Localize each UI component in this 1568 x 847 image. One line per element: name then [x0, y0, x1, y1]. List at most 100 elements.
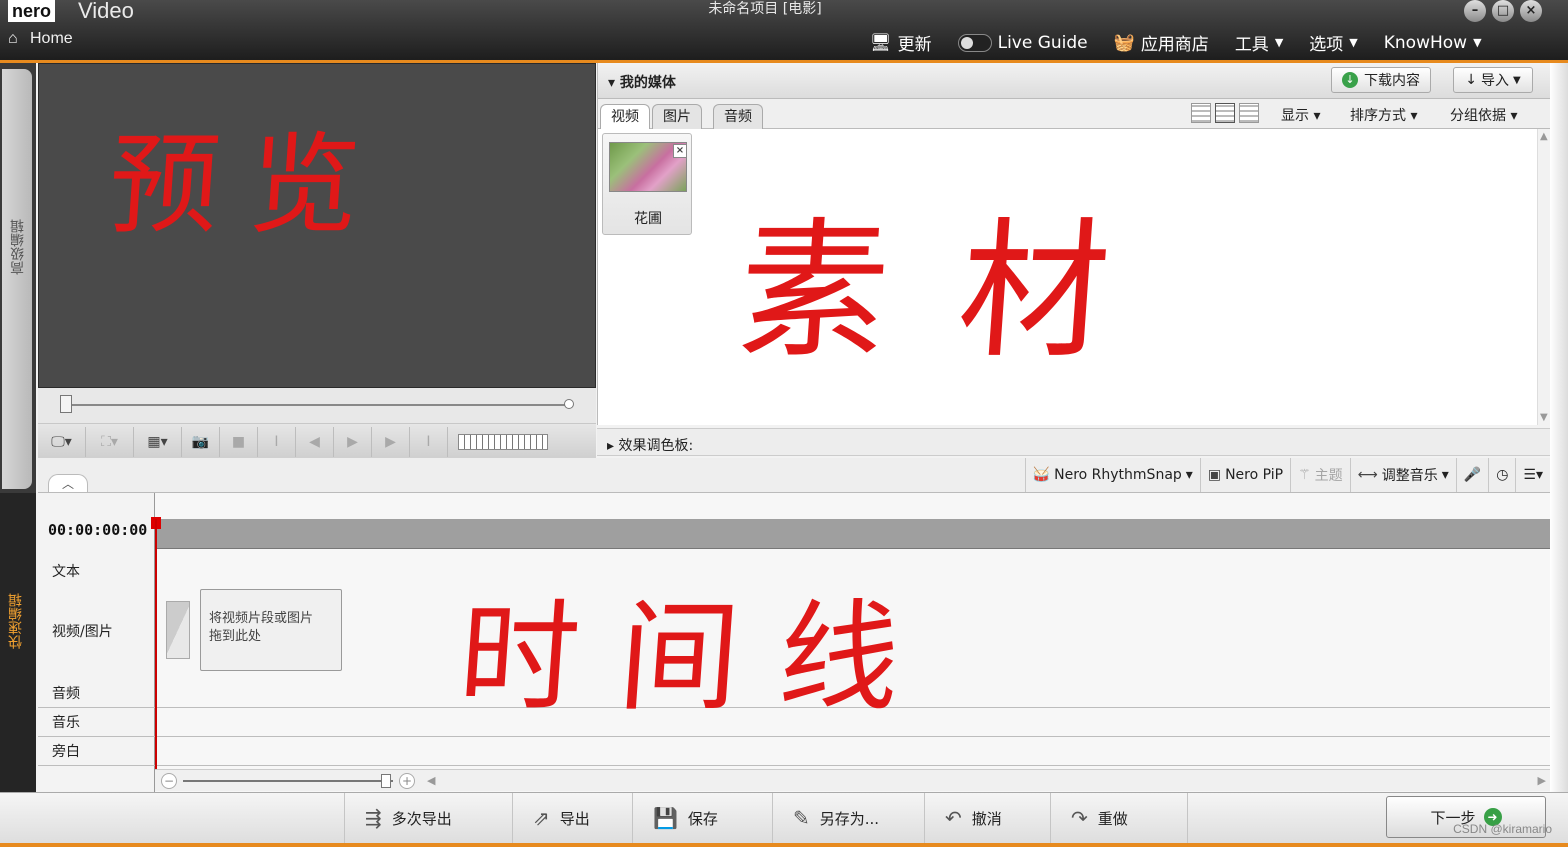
undo-button[interactable]: ↶ 撤消 [924, 793, 1050, 843]
download-icon: ↓ [1342, 72, 1358, 88]
zoom-in-icon[interactable]: + [399, 773, 415, 789]
display-dropdown[interactable]: 显示 ▾ [1281, 105, 1320, 125]
list-view-icon[interactable] [1239, 103, 1259, 123]
close-button[interactable]: × [1520, 0, 1542, 22]
group-dropdown[interactable]: 分组依据 ▾ [1450, 105, 1517, 125]
home-link[interactable]: ⌂ Home [8, 30, 73, 48]
microphone-icon[interactable]: 🎤 [1455, 458, 1488, 492]
prev-frame-icon[interactable]: ◀ [296, 426, 334, 457]
maximize-button[interactable]: □ [1492, 0, 1514, 22]
minimize-button[interactable]: – [1464, 0, 1486, 22]
undo-icon: ↶ [945, 806, 962, 830]
tab-advanced-edit[interactable]: 高级编辑 [2, 69, 32, 489]
sort-dropdown[interactable]: 排序方式 ▾ [1350, 105, 1417, 125]
zoom-slider-track[interactable] [183, 780, 393, 782]
multi-export-button[interactable]: ⇶ 多次导出 [344, 793, 512, 843]
fullscreen-button[interactable]: ⛶▾ [86, 426, 134, 457]
app-store-button[interactable]: 🧺 应用商店 [1113, 30, 1209, 56]
save-as-button[interactable]: ✎ 另存为... [772, 793, 912, 843]
zoom-slider-handle[interactable] [381, 774, 391, 788]
import-button[interactable]: ↓ 导入 ▼ [1453, 67, 1533, 93]
mark-in-icon[interactable]: I [258, 426, 296, 457]
scrub-handle[interactable] [60, 395, 72, 413]
clock-icon[interactable]: ◷ [1488, 458, 1515, 492]
remove-icon[interactable]: × [673, 144, 687, 158]
zoom-out-icon[interactable]: − [161, 773, 177, 789]
jog-control[interactable] [458, 433, 548, 450]
media-item-label: 花圃 [634, 211, 662, 227]
knowhow-label: KnowHow [1383, 32, 1468, 53]
scrub-track[interactable] [66, 404, 571, 406]
redo-label: 重做 [1097, 809, 1128, 828]
snapshot-icon[interactable]: 📷 [182, 426, 220, 457]
knowhow-menu[interactable]: KnowHow ▼ [1384, 33, 1482, 53]
track-menu-icon[interactable]: ☰▾ [1515, 458, 1550, 492]
stop-icon[interactable]: ■ [220, 426, 258, 457]
tab-video[interactable]: 视频 [600, 104, 650, 129]
preview-scrubber[interactable] [38, 388, 596, 424]
tab-images[interactable]: 图片 [652, 104, 702, 129]
arrow-down-icon: ↓ [1465, 72, 1478, 88]
playhead-line[interactable] [155, 519, 157, 769]
rhythmsnap-button[interactable]: 🥁 Nero RhythmSnap ▾ [1024, 458, 1200, 492]
drop-hint-line2: 拖到此处 [209, 629, 262, 644]
play-icon[interactable]: ▶ [334, 426, 372, 457]
video-drop-zone[interactable]: 将视频片段或图片 拖到此处 [200, 589, 342, 671]
options-menu[interactable]: 选项 ▼ [1309, 30, 1357, 55]
next-frame-icon[interactable]: ▶ [372, 426, 410, 457]
track-divider [38, 707, 1550, 708]
track-divider [38, 765, 1550, 766]
chevron-down-icon: ▼ [1473, 36, 1482, 49]
theme-button[interactable]: ⚚ 主题 [1290, 458, 1350, 492]
scroll-left-icon[interactable]: ◀ [427, 774, 435, 787]
tab-quick-edit-label: 快速编辑 [8, 593, 24, 649]
save-button[interactable]: 💾 保存 [632, 793, 772, 843]
media-scrollbar[interactable]: ▲ ▼ [1537, 129, 1551, 425]
save-label: 保存 [687, 809, 718, 828]
track-label-text: 文本 [52, 564, 80, 580]
adjust-music-button[interactable]: ⟷ 调整音乐 ▾ [1349, 458, 1456, 492]
pip-button[interactable]: ▣ Nero PiP [1199, 458, 1290, 492]
adjust-music-label: 调整音乐 [1381, 468, 1438, 484]
aspect-ratio-button[interactable]: ▦▾ [134, 426, 182, 457]
tools-menu[interactable]: 工具 ▼ [1235, 30, 1283, 55]
clip-handle[interactable] [166, 601, 190, 659]
scroll-down-icon[interactable]: ▼ [1540, 412, 1548, 423]
timeline-tools: 🥁 Nero RhythmSnap ▾ ▣ Nero PiP ⚚ 主题 ⟷ 调整音乐 ▾ 🎤… [1024, 458, 1550, 492]
basket-icon: 🧺 [1113, 32, 1135, 53]
update-button[interactable]: 🖥 更新 [870, 30, 932, 56]
magic-wand-icon: ⚚ [1298, 467, 1311, 483]
export-label: 导出 [559, 809, 590, 828]
timeline-toolbar: ︿ 🥁 Nero RhythmSnap ▾ ▣ Nero PiP ⚚ 主题 ⟷ 调整音乐 ▾… [38, 458, 1550, 492]
display-mode-button[interactable]: 🖵▾ [38, 426, 86, 457]
home-icon: ⌂ [8, 30, 18, 47]
tab-audio[interactable]: 音频 [713, 104, 763, 129]
media-item[interactable]: × 花圃 [602, 133, 692, 235]
bottom-accent-line [0, 843, 1568, 847]
scroll-right-icon[interactable]: ▶ [1538, 774, 1546, 787]
mark-out-icon[interactable]: I [410, 426, 448, 457]
update-label: 更新 [897, 35, 932, 55]
toggle-switch[interactable] [957, 33, 992, 52]
live-guide-toggle[interactable]: Live Guide [957, 33, 1088, 53]
download-content-button[interactable]: ↓ 下载内容 [1331, 67, 1431, 93]
media-title-label: 我的媒体 [619, 75, 676, 91]
scroll-up-icon[interactable]: ▲ [1540, 131, 1548, 142]
tab-quick-edit[interactable]: 快速编辑 [0, 493, 36, 793]
export-button[interactable]: ⇗ 导出 [512, 793, 632, 843]
chevron-down-icon: ▼ [1513, 74, 1521, 86]
save-as-label: 另存为... [819, 809, 880, 828]
undo-label: 撤消 [971, 809, 1002, 828]
track-label-narration: 旁白 [52, 744, 80, 760]
options-label: 选项 [1309, 35, 1344, 55]
timeline-scrollbar[interactable]: − + ◀ ▶ [155, 769, 1550, 791]
preview-panel [38, 63, 596, 388]
grid-view-icon[interactable] [1215, 103, 1235, 123]
time-ruler[interactable] [155, 519, 1550, 549]
redo-button[interactable]: ↷ 重做 [1050, 793, 1188, 843]
large-icons-view-icon[interactable] [1191, 103, 1211, 123]
media-title[interactable]: ▾ 我的媒体 [608, 72, 676, 92]
collapse-icon[interactable]: ︿ [48, 474, 88, 492]
top-nav: 🖥 更新 Live Guide 🧺 应用商店 工具 ▼ 选项 ▼ KnowHow ▼ [870, 30, 1482, 56]
effects-palette-bar[interactable]: ▸ 效果调色板: [597, 428, 1550, 456]
